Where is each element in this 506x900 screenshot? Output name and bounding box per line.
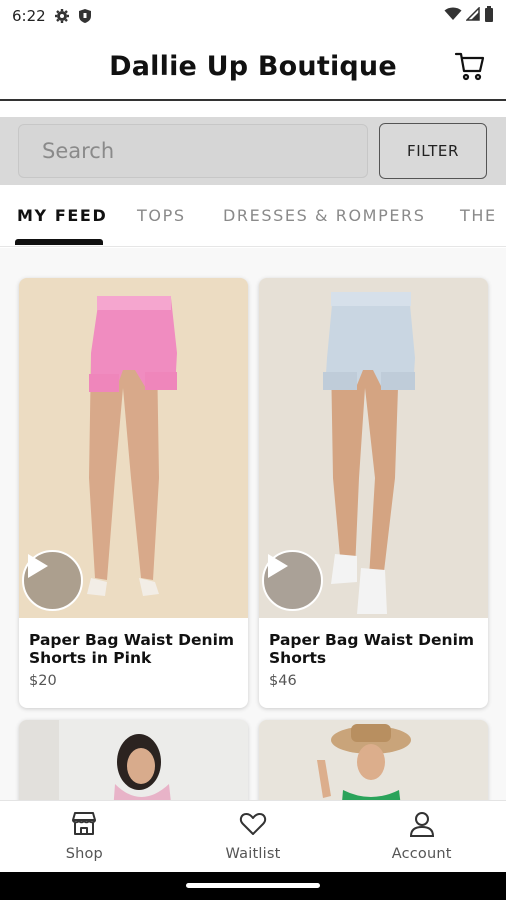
status-bar: 6:22 <box>0 0 506 32</box>
battery-icon <box>484 6 494 26</box>
nav-account[interactable]: Account <box>337 801 506 872</box>
search-input[interactable] <box>19 125 367 177</box>
product-card[interactable] <box>259 720 488 800</box>
nav-account-label: Account <box>391 846 452 862</box>
storefront-icon <box>70 811 98 841</box>
search-bar: FILTER <box>0 117 506 185</box>
tab-tops[interactable]: TOPS <box>137 206 186 225</box>
cell-signal-icon <box>465 6 480 25</box>
tab-the[interactable]: THE <box>460 206 497 225</box>
search-box[interactable] <box>18 124 368 178</box>
wifi-icon <box>444 7 462 25</box>
bottom-navigation: Shop Waitlist Account <box>0 800 506 872</box>
product-card[interactable] <box>19 720 248 800</box>
tab-dresses-rompers[interactable]: DRESSES & ROMPERS <box>223 206 426 225</box>
product-image[interactable] <box>19 720 248 800</box>
product-card[interactable]: Paper Bag Waist Denim Shorts in Pink $20 <box>19 278 248 708</box>
filter-button[interactable]: FILTER <box>379 123 487 179</box>
product-name[interactable]: Paper Bag Waist Denim Shorts <box>259 618 488 673</box>
product-image[interactable] <box>259 720 488 800</box>
product-price: $46 <box>269 673 297 689</box>
heart-icon <box>239 811 267 841</box>
nav-shop-label: Shop <box>65 846 103 862</box>
play-icon <box>28 554 48 578</box>
system-nav-bar <box>0 872 506 900</box>
header-divider <box>0 99 506 101</box>
product-image[interactable] <box>19 278 248 618</box>
product-image[interactable] <box>259 278 488 618</box>
active-tab-indicator <box>15 239 103 245</box>
app-header: Dallie Up Boutique <box>0 32 506 100</box>
home-gesture-handle[interactable] <box>186 883 320 888</box>
play-video-button[interactable] <box>22 550 83 611</box>
settings-gear-icon <box>54 8 70 24</box>
nav-waitlist[interactable]: Waitlist <box>169 801 338 872</box>
tab-my-feed[interactable]: MY FEED <box>17 206 107 225</box>
status-time: 6:22 <box>12 7 46 25</box>
product-card[interactable]: Paper Bag Waist Denim Shorts $46 <box>259 278 488 708</box>
category-tabs: MY FEED TOPS DRESSES & ROMPERS THE <box>0 185 506 247</box>
product-feed[interactable]: Paper Bag Waist Denim Shorts in Pink $20… <box>0 248 506 800</box>
nav-shop[interactable]: Shop <box>0 801 169 872</box>
shield-icon <box>78 8 92 24</box>
play-icon <box>268 554 288 578</box>
product-price: $20 <box>29 673 57 689</box>
user-icon <box>408 811 436 841</box>
product-name[interactable]: Paper Bag Waist Denim Shorts in Pink <box>19 618 248 673</box>
page-title: Dallie Up Boutique <box>109 50 397 82</box>
shopping-cart-icon[interactable] <box>454 50 486 82</box>
nav-waitlist-label: Waitlist <box>225 846 281 862</box>
play-video-button[interactable] <box>262 550 323 611</box>
